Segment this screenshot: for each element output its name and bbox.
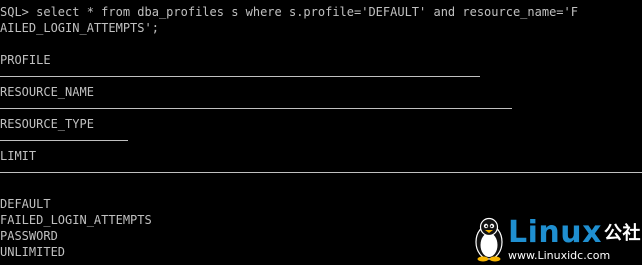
header-underline-resource-name bbox=[0, 108, 512, 109]
column-header-resource-type: RESOURCE_TYPE bbox=[0, 117, 94, 131]
sql-command-line-2: AILED_LOGIN_ATTEMPTS'; bbox=[0, 21, 159, 35]
watermark-url: www.Linuxidc.com bbox=[508, 249, 611, 262]
header-underline-limit bbox=[0, 172, 642, 173]
column-header-limit: LIMIT bbox=[0, 149, 37, 163]
result-value-resource-name: FAILED_LOGIN_ATTEMPTS bbox=[0, 213, 152, 227]
result-value-profile: DEFAULT bbox=[0, 197, 51, 211]
header-underline-profile bbox=[0, 76, 480, 77]
watermark-brand: Linux 公社 bbox=[508, 218, 641, 249]
sqlplus-console[interactable]: SQL> select * from dba_profiles s where … bbox=[0, 0, 642, 265]
result-value-limit: UNLIMITED bbox=[0, 245, 66, 259]
linuxidc-watermark: Linux 公社 www.Linuxidc.com bbox=[470, 216, 642, 265]
watermark-brand-cn: 公社 bbox=[603, 223, 641, 244]
header-underline-resource-type bbox=[0, 140, 128, 141]
sql-command-line-1: SQL> select * from dba_profiles s where … bbox=[0, 5, 578, 19]
column-header-resource-name: RESOURCE_NAME bbox=[0, 85, 94, 99]
watermark-brand-text: Linux bbox=[508, 215, 602, 250]
penguin-icon bbox=[475, 217, 503, 262]
column-header-profile: PROFILE bbox=[0, 53, 51, 67]
result-value-resource-type: PASSWORD bbox=[0, 229, 58, 243]
